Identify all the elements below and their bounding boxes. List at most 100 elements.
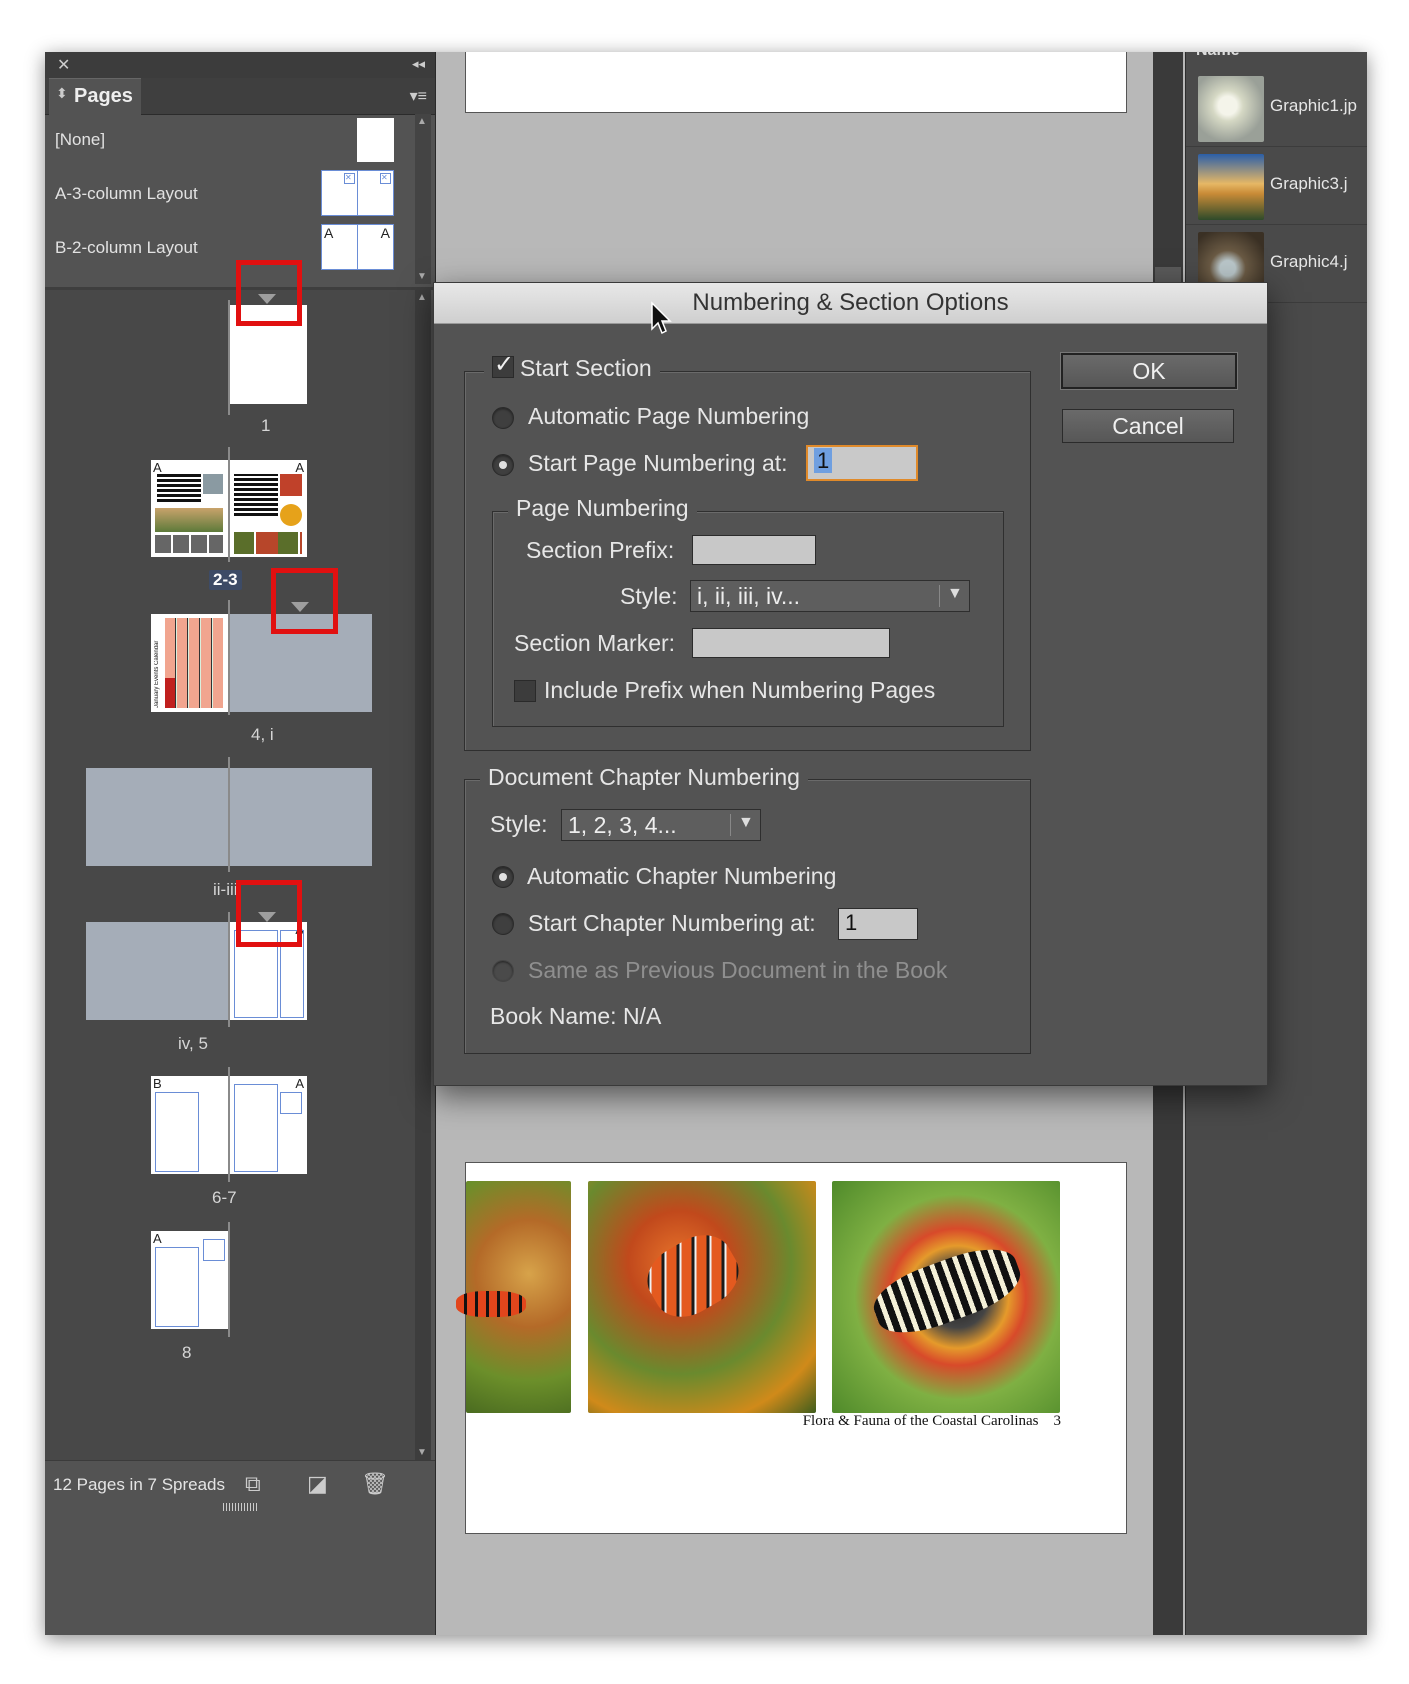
ok-button[interactable]: OK (1061, 353, 1237, 389)
trash-icon[interactable]: 🗑 (361, 1471, 389, 1497)
frame-placeholder-icon: ✕ (344, 173, 355, 184)
chapter-style-label: Style: (490, 811, 548, 837)
page-thumbnail-iii[interactable] (230, 768, 372, 866)
automatic-page-numbering-label[interactable]: Automatic Page Numbering (528, 403, 809, 430)
start-section-checkbox[interactable]: ✓ (492, 351, 514, 378)
start-chapter-input[interactable]: 1 (838, 908, 918, 940)
link-name: Graphic3.j (1270, 174, 1348, 193)
section-marker-label: Section Marker: (514, 630, 676, 656)
chevron-down-icon: ▼ (738, 814, 754, 831)
footer-text: Flora & Fauna of the Coastal Carolinas (802, 1413, 1039, 1429)
same-as-previous-label[interactable]: Same as Previous Document in the Book (528, 957, 947, 984)
master-prefix: A (295, 1076, 304, 1091)
start-page-numbering-value: 1 (814, 448, 833, 473)
new-page-icon[interactable]: ◪ (307, 1471, 328, 1497)
links-column-header[interactable]: Name (1196, 52, 1240, 60)
page-numbering-legend: Page Numbering (508, 495, 697, 522)
pages-scrollbar[interactable]: ▲ ▼ (415, 290, 431, 1460)
automatic-chapter-label[interactable]: Automatic Chapter Numbering (527, 863, 836, 890)
highlight-box (236, 260, 302, 326)
select-separator (730, 814, 731, 836)
scroll-up-icon[interactable]: ▲ (417, 292, 427, 303)
spread-label[interactable]: 8 (182, 1343, 191, 1363)
spread-label-selected[interactable]: 2-3 (209, 570, 242, 590)
start-page-numbering-label[interactable]: Start Page Numbering at: (528, 450, 788, 477)
page-thumbnail-8[interactable]: A (151, 1231, 228, 1329)
highlight-box (236, 880, 302, 947)
master-a-3-column[interactable]: A-3-column Layout ✕ ✕ (45, 168, 415, 220)
chapter-style-select[interactable]: 1, 2, 3, 4... ▼ (561, 809, 761, 841)
page-thumbnail-7[interactable]: A (230, 1076, 307, 1174)
panel-tab-row: ⬍ Pages ▾≡ (45, 78, 435, 115)
masters-scrollbar[interactable]: ▲ ▼ (415, 114, 431, 284)
start-section-label: Start Section (520, 355, 652, 381)
tab-pages[interactable]: ⬍ Pages (49, 78, 141, 115)
edit-page-size-icon[interactable]: ⧉ (245, 1471, 261, 1497)
page-thumbnail-4[interactable]: January Events Calendar (151, 614, 228, 712)
start-page-numbering-radio[interactable] (492, 454, 514, 476)
start-chapter-radio[interactable] (492, 913, 514, 935)
master-none[interactable]: [None] (45, 114, 415, 166)
image-frame (280, 504, 302, 526)
spread-label[interactable]: 1 (261, 416, 270, 436)
butterfly-photo-3[interactable] (832, 1181, 1060, 1413)
footer-page-number: 3 (1053, 1413, 1062, 1429)
master-thumbnail-left: ✕ (321, 170, 358, 216)
page-style-select[interactable]: i, ii, iii, iv... ▼ (690, 580, 970, 612)
text-frame (155, 1247, 199, 1327)
text-frame (234, 1084, 278, 1172)
scroll-down-icon[interactable]: ▼ (417, 1447, 427, 1458)
section-prefix-input[interactable] (692, 535, 816, 565)
spread-label[interactable]: 4, i (251, 725, 274, 745)
scroll-up-icon[interactable]: ▲ (417, 116, 427, 127)
cancel-button[interactable]: Cancel (1062, 409, 1234, 443)
start-page-numbering-input[interactable]: 1 (806, 445, 918, 481)
page-thumbnail-3[interactable]: A (230, 460, 307, 557)
calendar-highlight (165, 678, 175, 708)
same-as-previous-radio[interactable] (492, 960, 514, 982)
page-thumbnail-2[interactable]: A (151, 460, 228, 557)
master-b-2-column[interactable]: B-2-column Layout A A (45, 222, 415, 274)
document-page-3[interactable]: Flora & Fauna of the Coastal Carolinas 3 (456, 1162, 1127, 1534)
pages-panel-footer: 12 Pages in 7 Spreads ⧉ ◪ 🗑 (45, 1460, 435, 1511)
link-row[interactable]: Graphic3.j (1186, 146, 1367, 225)
calendar-title: January Events Calendar (154, 640, 160, 708)
section-prefix-label: Section Prefix: (526, 537, 675, 563)
include-prefix-label[interactable]: Include Prefix when Numbering Pages (544, 677, 935, 704)
automatic-chapter-radio[interactable] (492, 866, 514, 888)
text-frame (155, 1092, 199, 1172)
link-row[interactable]: Graphic1.jp (1186, 68, 1367, 147)
close-icon[interactable]: ✕ (57, 55, 70, 75)
text-frame (234, 474, 278, 516)
page-count-label: 12 Pages in 7 Spreads (53, 1475, 226, 1494)
resize-grip[interactable] (223, 1503, 259, 1511)
spread-label[interactable]: iv, 5 (178, 1034, 208, 1054)
start-section-legend[interactable]: ✓ Start Section (484, 351, 660, 382)
frame-placeholder-icon: ✕ (380, 173, 391, 184)
section-marker-input[interactable] (692, 628, 890, 658)
numbering-section-dialog: Numbering & Section Options ✓ Start Secti… (433, 282, 1268, 1086)
master-thumbnail (357, 118, 394, 162)
image-frame (155, 535, 223, 553)
document-page-top (465, 52, 1127, 113)
include-prefix-checkbox[interactable] (514, 680, 536, 702)
start-chapter-label[interactable]: Start Chapter Numbering at: (528, 910, 816, 937)
panel-menu-icon[interactable]: ▾≡ (410, 86, 427, 106)
automatic-page-numbering-radio[interactable] (492, 407, 514, 429)
master-thumbnail-left: A (321, 224, 358, 270)
dialog-title-bar[interactable]: Numbering & Section Options (434, 283, 1267, 324)
spread-label[interactable]: 6-7 (212, 1188, 237, 1208)
page-thumbnail-ii[interactable] (86, 768, 228, 866)
scroll-down-icon[interactable]: ▼ (417, 271, 427, 282)
collapse-icon[interactable]: ◂◂ (412, 56, 425, 72)
master-prefix: A (295, 460, 304, 475)
page-thumbnail-iv[interactable] (86, 922, 228, 1020)
chevron-down-icon: ▼ (947, 585, 963, 602)
butterfly-shape (636, 1223, 750, 1329)
butterfly-photo-2[interactable] (588, 1181, 816, 1413)
master-thumbnail-right: ✕ (357, 170, 394, 216)
butterfly-photo-1[interactable] (456, 1181, 571, 1413)
master-label: A-3-column Layout (55, 184, 198, 203)
spread-label[interactable]: ii-iii (213, 880, 238, 900)
page-thumbnail-6[interactable]: B (151, 1076, 228, 1174)
